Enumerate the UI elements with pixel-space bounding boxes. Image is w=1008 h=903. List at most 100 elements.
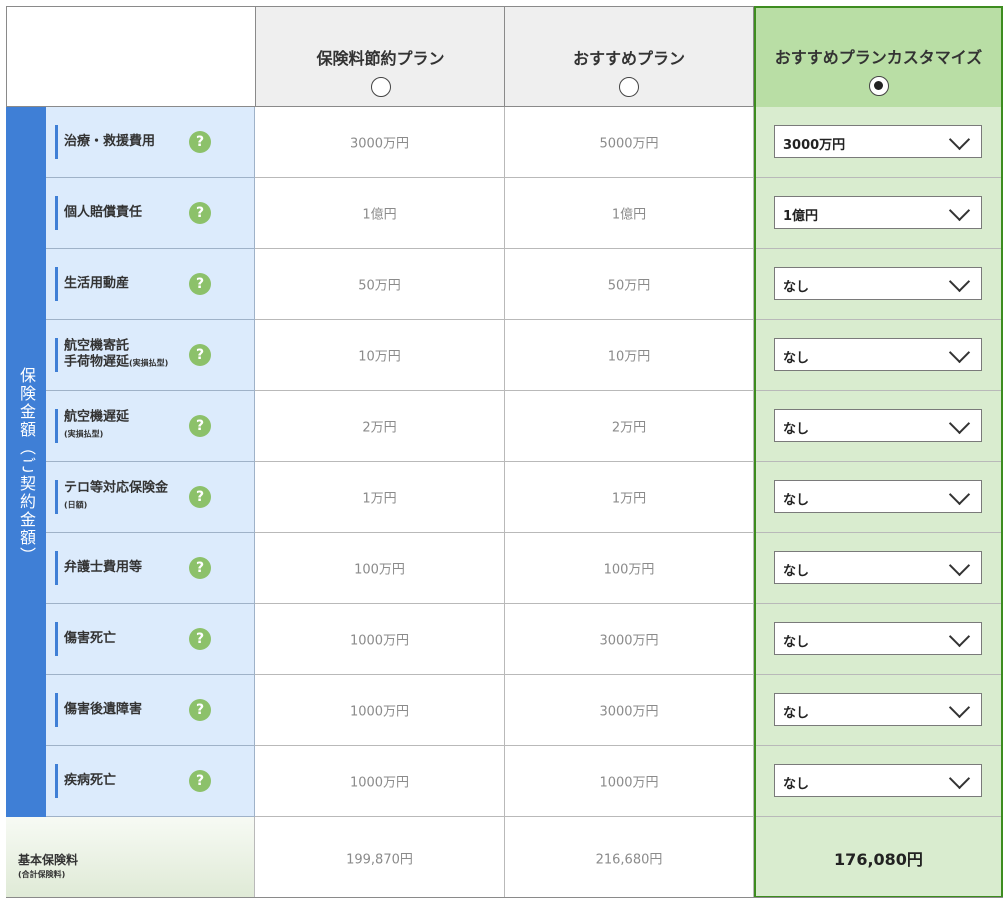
plan-header-saving[interactable]: 保険料節約プラン [255,6,505,107]
chevron-down-icon [948,128,971,151]
saving-plan-value-cell: 1000万円 [255,675,505,746]
saving-plan-value-cell: 100万円 [255,533,505,604]
chevron-down-icon [948,767,971,790]
question-circle-icon[interactable]: ? [189,770,211,792]
plan-radio-custom[interactable] [868,76,889,96]
coverage-label-cell: 生活用動産? [46,249,255,320]
plan-title-recommended: おすすめプラン [572,49,685,68]
question-circle-icon[interactable]: ? [189,628,211,650]
recommended-plan-value-cell: 3000万円 [505,604,754,675]
recommended-plan-value-cell: 100万円 [505,533,754,604]
chevron-down-icon [948,554,971,577]
label-accent-bar [55,622,58,656]
custom-plan-cell: 3000万円 [754,107,1003,178]
plan-header-recommended[interactable]: おすすめプラン [504,6,754,107]
question-circle-icon[interactable]: ? [189,557,211,579]
coverage-sidebar: 保険金額（ご契約金額） [6,107,46,817]
question-circle-icon[interactable]: ? [189,202,211,224]
question-circle-icon[interactable]: ? [189,131,211,153]
footer-label: 基本保険料 [18,853,79,867]
recommended-plan-value-cell: 50万円 [505,249,754,320]
coverage-label-text: 航空機遅延 [64,409,130,425]
coverage-label-cell: 航空機寄託 手荷物遅延(実損払型)? [46,320,255,391]
chevron-down-icon [948,199,971,222]
saving-plan-value: 100万円 [354,562,405,578]
coverage-label-text: 生活用動産 [64,276,130,291]
coverage-label-note: (実損払型) [129,358,169,368]
footer-label-cell: 基本保険料 (合計保険料) [6,817,255,898]
saving-plan-value: 1000万円 [349,775,410,791]
saving-plan-value-cell: 1000万円 [255,604,505,675]
coverage-label-text: 傷害死亡 [64,631,117,646]
recommended-plan-value: 1万円 [611,491,647,507]
question-circle-icon[interactable]: ? [189,486,211,508]
coverage-label: 傷害死亡 [64,631,116,647]
custom-amount-select[interactable]: なし [774,409,982,442]
recommended-plan-value-cell: 3000万円 [505,675,754,746]
custom-amount-selected: なし [783,422,810,437]
label-accent-bar [55,196,58,230]
footer-saving-value: 199,870円 [346,852,413,867]
saving-plan-value: 1万円 [362,491,397,507]
saving-plan-value: 1000万円 [349,704,410,720]
saving-plan-value-cell: 1億円 [255,178,505,249]
chevron-down-icon [948,412,971,435]
custom-amount-selected: なし [783,493,810,508]
coverage-label-text: 疾病死亡 [64,773,117,788]
custom-plan-cell: 1億円 [754,178,1003,249]
chevron-down-icon [948,270,971,293]
saving-plan-value: 1000万円 [349,633,410,649]
plan-radio-saving[interactable] [370,77,391,97]
coverage-label: 疾病死亡 [64,773,116,789]
saving-plan-value-cell: 3000万円 [255,107,505,178]
custom-amount-select[interactable]: なし [774,267,982,300]
coverage-label: 治療・救援費用 [64,134,155,150]
footer-recommended: 216,680円 [505,817,754,898]
recommended-plan-value: 100万円 [603,562,655,578]
recommended-plan-value: 3000万円 [599,704,659,720]
coverage-label-cell: 疾病死亡? [46,746,255,817]
coverage-label: 傷害後遺障害 [64,702,142,718]
question-circle-icon[interactable]: ? [189,699,211,721]
question-circle-icon[interactable]: ? [189,273,211,295]
custom-amount-select[interactable]: なし [774,338,982,371]
saving-plan-value-cell: 2万円 [255,391,505,462]
custom-amount-select[interactable]: なし [774,551,982,584]
coverage-label-cell: テロ等対応保険金 (日額)? [46,462,255,533]
custom-amount-select[interactable]: なし [774,764,982,797]
plan-header-custom[interactable]: おすすめプランカスタマイズ [754,6,1003,107]
coverage-label-note: (日額) [64,500,88,510]
custom-plan-cell: なし [754,391,1003,462]
recommended-plan-value: 50万円 [607,278,651,294]
custom-amount-selected: なし [783,635,810,650]
plan-radio-recommended[interactable] [619,77,639,97]
recommended-plan-value: 1000万円 [599,775,659,791]
coverage-label-text: 弁護士費用等 [64,560,143,575]
footer-custom-value: 176,080円 [834,849,923,869]
custom-amount-select[interactable]: 3000万円 [774,125,982,158]
custom-amount-select[interactable]: なし [774,693,982,726]
custom-amount-select[interactable]: なし [774,622,982,655]
custom-amount-select[interactable]: なし [774,480,982,513]
custom-amount-selected: 1億円 [783,209,819,224]
saving-plan-value: 50万円 [358,278,401,294]
custom-plan-cell: なし [754,249,1003,320]
recommended-plan-value: 1億円 [611,207,647,223]
chevron-down-icon [948,696,971,719]
custom-plan-cell: なし [754,675,1003,746]
chevron-down-icon [948,341,971,364]
coverage-label: 生活用動産 [64,276,129,292]
chevron-down-icon [948,625,971,648]
coverage-label-text: テロ等対応保険金 [64,480,169,496]
chevron-down-icon [948,483,971,506]
saving-plan-value: 2万円 [362,420,397,436]
question-circle-icon[interactable]: ? [189,344,211,366]
recommended-plan-value: 5000万円 [599,136,659,152]
saving-plan-value-cell: 50万円 [255,249,505,320]
custom-amount-selected: なし [783,706,810,721]
plan-title-saving: 保険料節約プラン [316,49,445,68]
custom-amount-select[interactable]: 1億円 [774,196,982,229]
coverage-label-text: 航空機寄託 [64,338,130,354]
saving-plan-value-cell: 1000万円 [255,746,505,817]
question-circle-icon[interactable]: ? [189,415,211,437]
